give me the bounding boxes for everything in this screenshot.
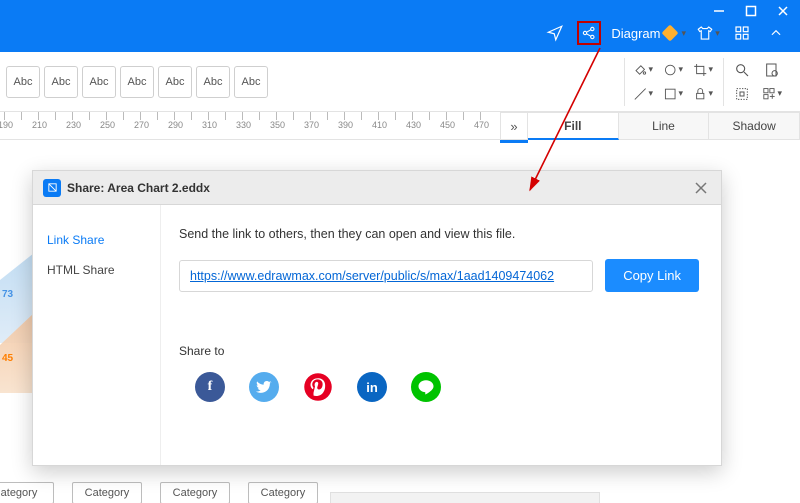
zoom-icon[interactable] (732, 60, 752, 80)
text-style-item[interactable]: Abc (82, 66, 116, 98)
style-gallery: Abc Abc Abc Abc Abc Abc Abc (4, 66, 270, 98)
chart-fragment: 73 45 (0, 183, 32, 443)
diagram-text: Diagram (611, 26, 660, 41)
text-style-item[interactable]: Abc (44, 66, 78, 98)
category-item[interactable]: Category (248, 482, 318, 503)
tab-shadow[interactable]: Shadow (709, 112, 800, 140)
collapse-up-icon[interactable] (764, 21, 788, 45)
send-icon[interactable] (543, 21, 567, 45)
close-button[interactable] (776, 4, 790, 18)
text-style-item[interactable]: Abc (234, 66, 268, 98)
expand-panel-button[interactable]: » (500, 112, 528, 140)
category-item[interactable]: ategory (0, 482, 54, 503)
chevron-down-icon: ▾ (681, 28, 686, 39)
diagram-label[interactable]: Diagram ▾ (611, 26, 686, 41)
crop-icon[interactable]: ▾ (693, 60, 713, 80)
horizontal-ruler: 1902102302502702903103303503703904104304… (0, 112, 500, 140)
data-point-label: 73 (2, 289, 13, 300)
title-bar: Diagram ▾ ▾ (0, 0, 800, 52)
apps-grid-icon[interactable] (730, 21, 754, 45)
dialog-main: Send the link to others, then they can o… (161, 205, 721, 465)
minimize-button[interactable] (712, 4, 726, 18)
arrange-icon[interactable]: ▾ (762, 84, 782, 104)
text-style-item[interactable]: Abc (120, 66, 154, 98)
maximize-button[interactable] (744, 4, 758, 18)
copy-link-button[interactable]: Copy Link (605, 259, 699, 292)
share-icon[interactable] (577, 21, 601, 45)
pen-icon[interactable]: ▾ (633, 84, 653, 104)
data-point-label: 45 (2, 353, 13, 364)
ruler-row: 1902102302502702903103303503703904104304… (0, 112, 800, 140)
diamond-icon (662, 25, 679, 42)
text-style-item[interactable]: Abc (6, 66, 40, 98)
side-panel-tabs: » Fill Line Shadow (500, 112, 800, 140)
share-to-label: Share to (179, 344, 699, 358)
social-icons: f in (179, 372, 699, 402)
facebook-icon[interactable]: f (195, 372, 225, 402)
line-icon[interactable] (411, 372, 441, 402)
twitter-icon[interactable] (249, 372, 279, 402)
category-item[interactable]: Category (160, 482, 230, 503)
share-link-field[interactable]: https://www.edrawmax.com/server/public/s… (179, 260, 593, 292)
titlebar-tools: Diagram ▾ ▾ (543, 21, 788, 45)
shirt-icon[interactable]: ▾ (696, 21, 720, 45)
format-group: ▾ ▾ ▾ ▾ ▾ ▾ (624, 58, 721, 106)
share-to-section: Share to f in (179, 344, 699, 402)
sidebar-item-html-share[interactable]: HTML Share (33, 255, 160, 285)
category-axis: ategory Category Category Category (0, 482, 318, 503)
lock-icon[interactable]: ▾ (693, 84, 713, 104)
fit-page-icon[interactable] (762, 60, 782, 80)
dialog-title: Share: Area Chart 2.eddx (67, 181, 691, 195)
sidebar-item-link-share[interactable]: Link Share (33, 225, 160, 255)
dialog-sidebar: Link Share HTML Share (33, 205, 161, 465)
text-style-item[interactable]: Abc (196, 66, 230, 98)
dialog-header: Share: Area Chart 2.eddx (33, 171, 721, 205)
tab-line[interactable]: Line (619, 112, 710, 140)
text-style-item[interactable]: Abc (158, 66, 192, 98)
fill-bucket-icon[interactable]: ▾ (633, 60, 653, 80)
chevron-down-icon: ▾ (715, 28, 720, 39)
horizontal-scrollbar[interactable] (330, 492, 600, 503)
dialog-description: Send the link to others, then they can o… (179, 227, 699, 241)
app-logo-icon (43, 179, 61, 197)
dialog-close-button[interactable] (691, 178, 711, 198)
link-row: https://www.edrawmax.com/server/public/s… (179, 259, 699, 292)
circle-shape-icon[interactable]: ▾ (663, 60, 683, 80)
window-controls (712, 4, 790, 18)
share-dialog: Share: Area Chart 2.eddx Link Share HTML… (32, 170, 722, 466)
rect-shape-icon[interactable]: ▾ (663, 84, 683, 104)
view-group: ▾ (723, 58, 790, 106)
tab-fill[interactable]: Fill (528, 112, 619, 140)
linkedin-icon[interactable]: in (357, 372, 387, 402)
pinterest-icon[interactable] (303, 372, 333, 402)
category-item[interactable]: Category (72, 482, 142, 503)
select-all-icon[interactable] (732, 84, 752, 104)
ribbon-toolbar: Abc Abc Abc Abc Abc Abc Abc ▾ ▾ ▾ ▾ ▾ ▾ … (0, 52, 800, 112)
